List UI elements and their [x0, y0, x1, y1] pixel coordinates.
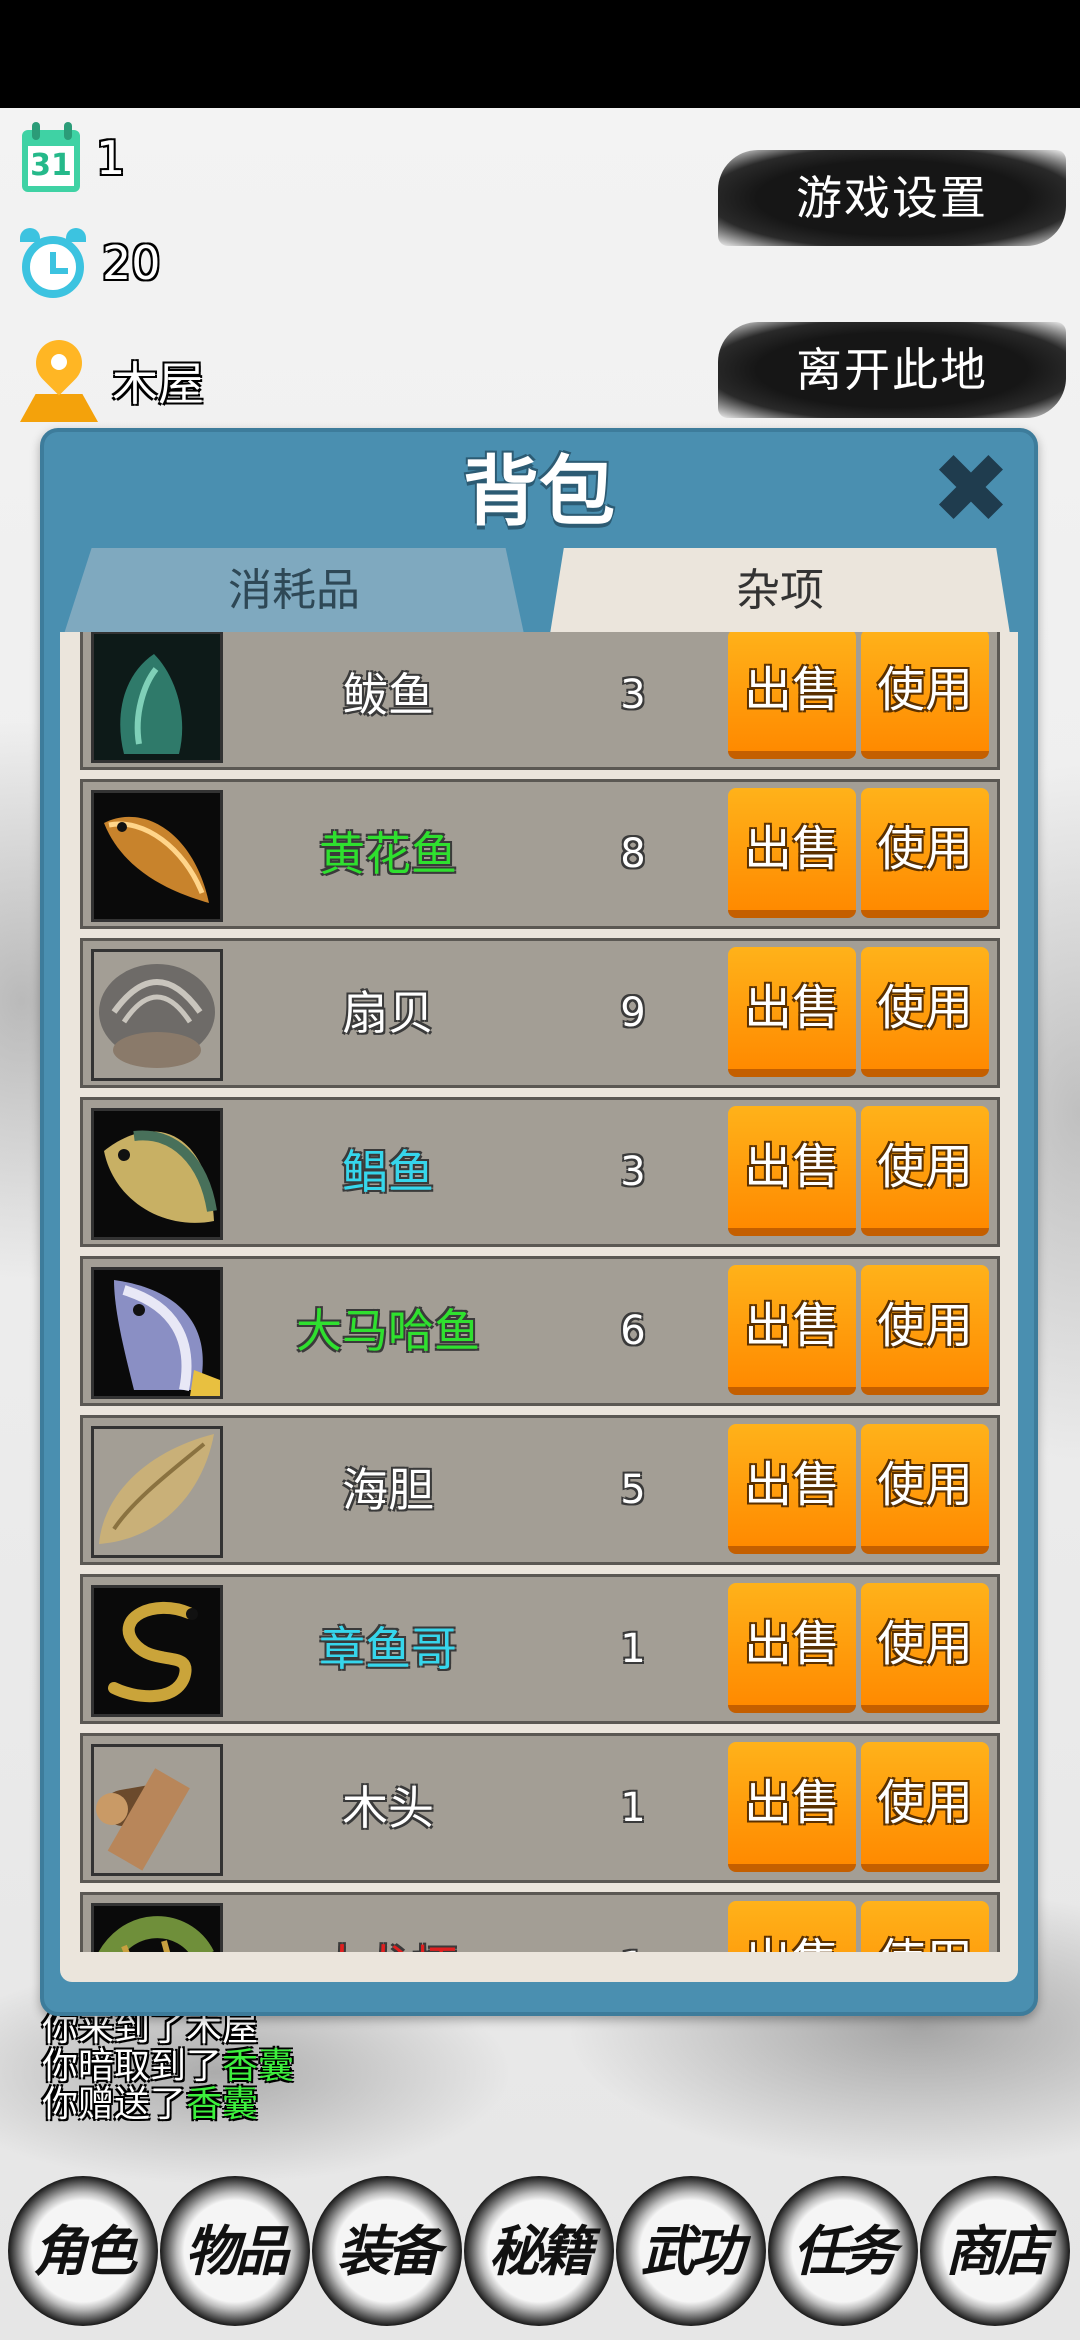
eel-icon — [91, 1585, 223, 1717]
use-button[interactable]: 使用 — [861, 1742, 989, 1872]
sell-button[interactable]: 出售 — [728, 788, 856, 918]
calendar-icon: 31 — [18, 120, 82, 196]
item-quantity: 1 — [620, 1626, 646, 1672]
nav-shop-button[interactable]: 商店 — [920, 2176, 1070, 2326]
sea-urchin-icon — [91, 1426, 223, 1558]
item-quantity: 1 — [603, 1895, 663, 1952]
sell-button[interactable]: 出售 — [728, 1106, 856, 1236]
list-item[interactable]: 木头 1 出售 使用 — [80, 1733, 1000, 1883]
use-button[interactable]: 使用 — [861, 1901, 989, 1952]
sell-button[interactable]: 出售 — [728, 1742, 856, 1872]
wood-icon — [91, 1744, 223, 1876]
nav-character-button[interactable]: 角色 — [8, 2176, 158, 2326]
item-quantity: 3 — [620, 1149, 646, 1195]
list-item[interactable]: 海胆 5 出售 使用 — [80, 1415, 1000, 1565]
tab-consumables[interactable]: 消耗品 — [64, 548, 524, 634]
item-quantity: 8 — [620, 831, 646, 877]
item-name: 鲳鱼 — [342, 1145, 434, 1199]
use-button[interactable]: 使用 — [861, 1106, 989, 1236]
log-line: 你暗取到了香囊 — [42, 2046, 295, 2087]
item-quantity: 9 — [620, 990, 646, 1036]
sell-button[interactable]: 出售 — [728, 1583, 856, 1713]
lobster-icon — [91, 1903, 223, 1952]
use-button[interactable]: 使用 — [861, 1583, 989, 1713]
game-settings-button[interactable]: 游戏设置 — [718, 150, 1066, 246]
list-item[interactable]: 鲳鱼 3 出售 使用 — [80, 1097, 1000, 1247]
salmon-icon — [91, 1267, 223, 1399]
yellow-croaker-icon — [91, 790, 223, 922]
sell-button[interactable]: 出售 — [728, 632, 856, 759]
item-name: 鲅鱼 — [342, 668, 434, 722]
list-item[interactable]: 大龙虾 1 出售使用 — [80, 1892, 1000, 1952]
item-name: 黄花鱼 — [319, 827, 457, 881]
status-bar — [0, 0, 1080, 108]
day-counter: 31 1 — [18, 120, 125, 196]
location-pin-icon — [18, 330, 98, 424]
sell-button[interactable]: 出售 — [728, 1265, 856, 1395]
item-name: 章鱼哥 — [319, 1622, 457, 1676]
item-name: 大马哈鱼 — [296, 1304, 480, 1358]
bottom-nav: 角色 物品 装备 秘籍 武功 任务 商店 — [0, 2168, 1080, 2340]
clock-icon — [18, 228, 88, 298]
use-button[interactable]: 使用 — [861, 1265, 989, 1395]
list-item[interactable]: 大马哈鱼 6 出售 使用 — [80, 1256, 1000, 1406]
item-quantity: 3 — [620, 672, 646, 718]
nav-manuals-button[interactable]: 秘籍 — [464, 2176, 614, 2326]
day-value: 1 — [96, 131, 126, 185]
bag-title: 背包 — [463, 447, 615, 536]
pomfret-icon — [91, 1108, 223, 1240]
use-button[interactable]: 使用 — [861, 788, 989, 918]
time-counter: 20 — [18, 228, 161, 298]
item-quantity: 6 — [620, 1308, 646, 1354]
mackerel-icon — [91, 632, 223, 763]
item-name: 大龙虾 — [233, 1895, 543, 1952]
item-name: 木头 — [342, 1781, 434, 1835]
location-display: 木屋 — [18, 330, 204, 424]
item-name: 海胆 — [342, 1463, 434, 1517]
bag-panel: 背包 ✖ 消耗品 杂项 鲅鱼 3 出售 使用 黄花鱼 8 出售 使用 扇贝 9 出售 使用 鲳鱼 3 出售使… — [40, 428, 1038, 2016]
item-list[interactable]: 鲅鱼 3 出售 使用 黄花鱼 8 出售 使用 扇贝 9 出售 使用 鲳鱼 3 出售 使用 大马哈鱼 6 出售 使用 海胆… — [60, 632, 1018, 1982]
location-value: 木屋 — [112, 357, 204, 411]
sell-button[interactable]: 出售 — [728, 947, 856, 1077]
item-quantity: 5 — [620, 1467, 646, 1513]
list-item[interactable]: 鲅鱼 3 出售 使用 — [80, 632, 1000, 770]
list-item[interactable]: 黄花鱼 8 出售 使用 — [80, 779, 1000, 929]
list-item[interactable]: 章鱼哥 1 出售 使用 — [80, 1574, 1000, 1724]
leave-area-button[interactable]: 离开此地 — [718, 322, 1066, 418]
use-button[interactable]: 使用 — [861, 947, 989, 1077]
close-icon[interactable]: ✖ — [926, 441, 1016, 537]
scallop-icon — [91, 949, 223, 1081]
tab-misc[interactable]: 杂项 — [550, 548, 1010, 634]
sell-button[interactable]: 出售 — [728, 1424, 856, 1554]
nav-equipment-button[interactable]: 装备 — [312, 2176, 462, 2326]
nav-martial-arts-button[interactable]: 武功 — [616, 2176, 766, 2326]
message-log: 你来到了木屋 你暗取到了香囊 你赠送了香囊 — [42, 2010, 742, 2124]
time-value: 20 — [102, 236, 161, 290]
list-item[interactable]: 扇贝 9 出售 使用 — [80, 938, 1000, 1088]
use-button[interactable]: 使用 — [861, 1424, 989, 1554]
nav-quests-button[interactable]: 任务 — [768, 2176, 918, 2326]
sell-button[interactable]: 出售 — [728, 1901, 856, 1952]
use-button[interactable]: 使用 — [861, 632, 989, 759]
nav-items-button[interactable]: 物品 — [160, 2176, 310, 2326]
log-line: 你赠送了香囊 — [42, 2084, 259, 2125]
item-quantity: 1 — [620, 1785, 646, 1831]
item-name: 扇贝 — [342, 986, 434, 1040]
